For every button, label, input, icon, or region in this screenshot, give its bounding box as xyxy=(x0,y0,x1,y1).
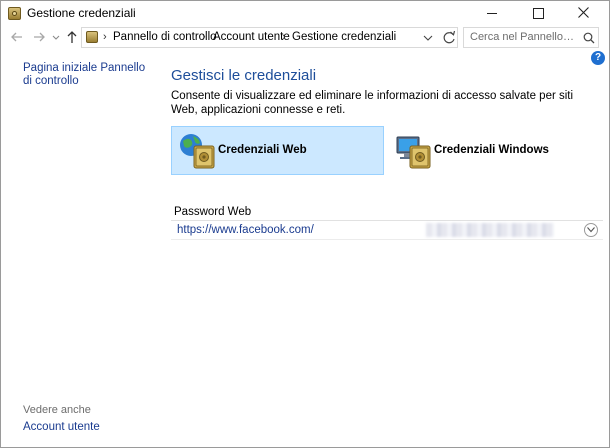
credential-url: https://www.facebook.com/ xyxy=(177,224,314,236)
credential-manager-window: Gestione credenziali › Pannello di contr… xyxy=(0,0,610,448)
title-bar: Gestione credenziali xyxy=(1,1,609,25)
breadcrumb-user-accounts[interactable]: Account utente xyxy=(213,31,290,43)
user-accounts-link[interactable]: Account utente xyxy=(23,421,100,433)
left-task-pane: Pagina iniziale Pannello di controllo Ve… xyxy=(1,50,161,447)
search-placeholder: Cerca nel Pannello di controllo xyxy=(470,31,576,43)
credential-row[interactable]: https://www.facebook.com/ xyxy=(171,220,603,240)
close-button[interactable] xyxy=(561,1,607,25)
breadcrumb-separator-icon[interactable]: › xyxy=(202,31,206,43)
vault-app-icon xyxy=(8,7,21,20)
minimize-button[interactable] xyxy=(469,1,515,25)
address-history-chevron-icon[interactable] xyxy=(422,31,434,45)
see-also-heading: Vedere anche xyxy=(23,404,91,416)
breadcrumb-credential-manager[interactable]: Gestione credenziali xyxy=(292,31,396,43)
close-icon xyxy=(578,7,589,18)
windows-credentials-label: Credenziali Windows xyxy=(434,144,549,156)
navigation-bar: › Pannello di controllo › Account utente… xyxy=(1,25,609,50)
forward-arrow-icon[interactable] xyxy=(31,29,47,45)
chevron-down-icon xyxy=(587,227,595,233)
page-description: Consente di visualizzare ed eliminare le… xyxy=(171,90,574,116)
address-bar[interactable]: › Pannello di controllo › Account utente… xyxy=(81,27,458,48)
web-passwords-heading: Password Web xyxy=(174,206,252,218)
up-arrow-icon[interactable] xyxy=(64,29,80,45)
globe-vault-icon xyxy=(180,134,215,169)
back-arrow-icon[interactable] xyxy=(9,29,25,45)
search-input[interactable]: Cerca nel Pannello di controllo xyxy=(463,27,599,48)
breadcrumb-separator-icon[interactable]: › xyxy=(282,31,286,43)
redacted-username xyxy=(426,223,554,237)
recent-locations-chevron-icon[interactable] xyxy=(51,29,61,45)
page-title: Gestisci le credenziali xyxy=(171,67,317,84)
control-panel-icon xyxy=(86,31,98,43)
refresh-icon[interactable] xyxy=(442,30,456,45)
maximize-button[interactable] xyxy=(515,1,561,25)
computer-vault-icon xyxy=(396,136,431,169)
breadcrumb-separator-icon[interactable]: › xyxy=(103,31,107,43)
minimize-icon xyxy=(487,13,497,14)
control-panel-home-link[interactable]: Pagina iniziale Pannello di controllo xyxy=(23,62,153,88)
help-icon[interactable]: ? xyxy=(591,51,605,65)
windows-credentials-tile[interactable]: Credenziali Windows xyxy=(387,126,577,175)
window-title: Gestione credenziali xyxy=(27,6,136,20)
maximize-icon xyxy=(533,8,544,19)
web-credentials-label: Credenziali Web xyxy=(218,144,307,156)
search-icon xyxy=(583,32,595,44)
web-credentials-tile[interactable]: Credenziali Web xyxy=(171,126,384,175)
expand-credential-button[interactable] xyxy=(584,223,598,237)
